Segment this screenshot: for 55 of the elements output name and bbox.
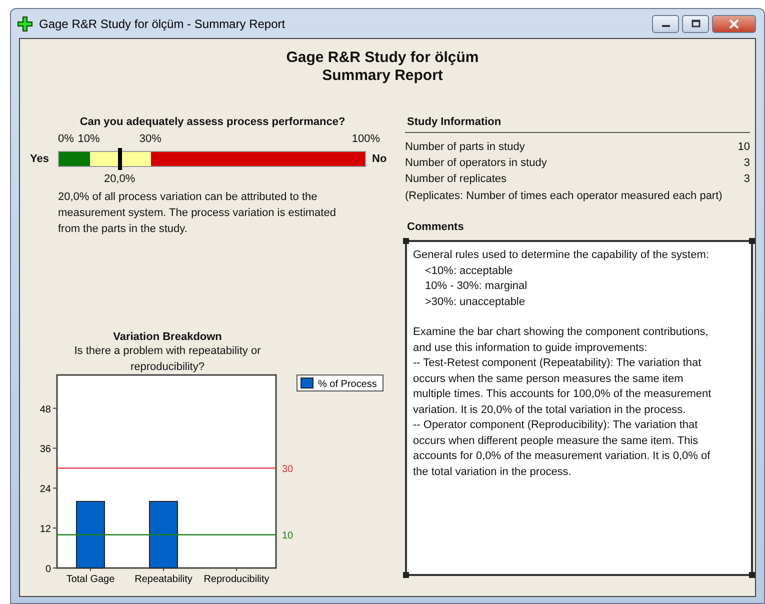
chart-subtitle: Is there a problem with repeatability or reproducibility? xyxy=(73,344,262,375)
info-value: 3 xyxy=(744,172,750,187)
assessment-description: 20,0% of all process variation can be attributed to the measurement system. The process variation is estimated from the parts in the study. xyxy=(58,190,337,237)
scale-label: 0% xyxy=(58,133,74,145)
y-axis-tick xyxy=(52,408,58,409)
info-value: 10 xyxy=(738,140,750,155)
marker-value: 20,0% xyxy=(104,173,136,185)
legend-label: % of Process xyxy=(318,379,377,390)
resize-handle[interactable] xyxy=(403,572,409,578)
maximize-button[interactable] xyxy=(682,14,709,32)
comment-text: 10% - 30%: marginal xyxy=(424,279,528,294)
resize-handle[interactable] xyxy=(403,238,409,244)
info-label: Number of operators in study xyxy=(405,156,547,171)
maximize-icon xyxy=(690,19,700,28)
info-label: Number of parts in study xyxy=(405,140,525,155)
x-category-label: Reproducibility xyxy=(204,574,270,585)
comment-text: General rules used to determine the capability of the system: xyxy=(413,248,710,263)
y-axis-tick xyxy=(52,528,58,529)
report-subtitle: Summary Report xyxy=(321,67,444,85)
plus-icon xyxy=(17,16,33,32)
y-axis-tick xyxy=(52,448,58,449)
resize-handle[interactable] xyxy=(749,238,755,244)
close-icon xyxy=(728,18,740,28)
chart-title: Variation Breakdown xyxy=(112,331,223,343)
report-title: Gage R&R Study for ölçüm xyxy=(285,49,480,67)
y-tick-label: 24 xyxy=(40,484,51,496)
reference-label: 10 xyxy=(282,530,294,542)
resize-handle[interactable] xyxy=(749,572,755,578)
scale-label: 30% xyxy=(139,133,162,145)
no-label: No xyxy=(372,153,387,165)
comment-text: >30%: unacceptable xyxy=(424,294,526,310)
scale-label: 10% xyxy=(78,133,100,145)
y-tick-label: 12 xyxy=(40,524,51,536)
x-category-label: Repeatability xyxy=(134,574,192,585)
info-value: 3 xyxy=(744,156,750,171)
y-tick-label: 36 xyxy=(40,444,51,456)
y-tick-label: 48 xyxy=(40,404,51,416)
info-note: (Replicates: Number of times each operator measured each part) xyxy=(405,189,724,204)
window-title: Gage R&R Study for ölçüm - Summary Report xyxy=(39,16,286,30)
y-axis-tick xyxy=(52,488,58,489)
section-heading: Study Information xyxy=(406,116,502,128)
comment-text: -- Test-Retest component (Repeatability): The variation that occurs when the same person measures the same item multiple times. This accounts for 100,0% of the measurement variation. It is 20,0% of the total variation in the process. xyxy=(413,356,712,418)
info-label: Number of replicates xyxy=(405,172,506,187)
comment-text: <10%: acceptable xyxy=(424,264,514,278)
y-tick-label: 0 xyxy=(45,564,51,575)
reference-label: 30 xyxy=(282,464,294,476)
close-button[interactable] xyxy=(712,14,756,32)
section-heading: Comments xyxy=(406,221,465,233)
minimize-button[interactable] xyxy=(652,14,679,32)
question-heading: Can you adequately assess process performance? xyxy=(78,116,346,128)
x-category-label: Total Gage xyxy=(66,574,115,585)
comment-text: Examine the bar chart showing the component contributions, and use this information to guide improvements: xyxy=(413,325,710,356)
yes-label: Yes xyxy=(30,153,50,165)
comment-text: -- Operator component (Reproducibility): The variation that occurs when different people measure the same item. This accounts for 0,0% of the measurement variation. It is 0,0% of the total variation in the process. xyxy=(413,418,712,480)
scale-label: 100% xyxy=(352,133,380,145)
